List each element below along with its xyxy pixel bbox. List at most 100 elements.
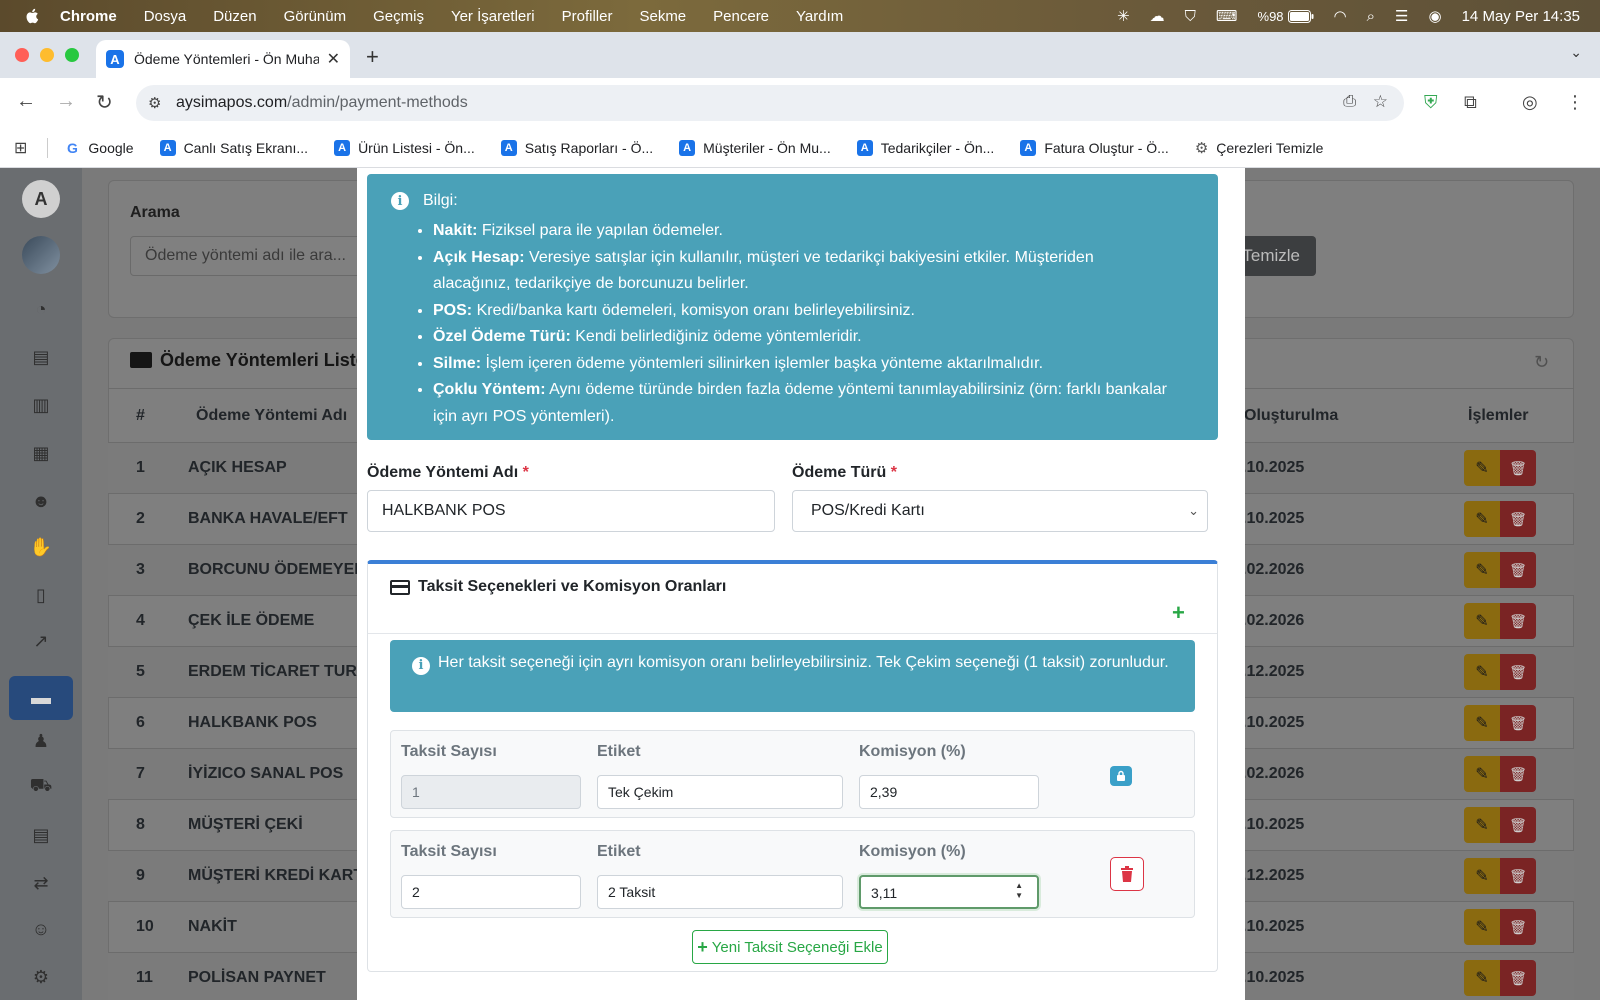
sidebar-item-payment-methods[interactable]: ▬ [9, 676, 73, 720]
menu-item-pencere[interactable]: Pencere [713, 8, 769, 25]
installment-label-input[interactable]: 2 Taksit [597, 875, 843, 909]
menu-item-gecmis[interactable]: Geçmiş [373, 8, 424, 25]
delete-button[interactable]: 🗑 [1500, 654, 1536, 690]
bookmark-google[interactable]: G Google [64, 139, 134, 156]
wifi-icon[interactable]: ◠ [1334, 7, 1347, 25]
installment-commission-input[interactable]: 2,39 [859, 775, 1039, 809]
delete-button[interactable]: 🗑 [1500, 450, 1536, 486]
reload-icon[interactable]: ↻ [96, 90, 113, 115]
handshake-icon[interactable]: ✋ [28, 534, 54, 560]
edit-button[interactable]: ✎ [1464, 858, 1500, 894]
window-minimize-button[interactable] [40, 48, 54, 62]
user-tie-icon[interactable]: ♟ [28, 728, 54, 754]
edit-button[interactable]: ✎ [1464, 654, 1500, 690]
app-logo[interactable]: A [22, 180, 60, 218]
menu-item-duzen[interactable]: Düzen [213, 8, 256, 25]
exchange-arrows-icon[interactable]: ⇄ [28, 870, 54, 896]
menu-item-sekme[interactable]: Sekme [639, 8, 686, 25]
menu-item-yardim[interactable]: Yardım [796, 8, 843, 25]
search-input[interactable]: Ödeme yöntemi adı ile ara... [130, 236, 390, 276]
delete-button[interactable]: 🗑 [1500, 552, 1536, 588]
menu-item-gorunum[interactable]: Görünüm [284, 8, 347, 25]
edit-button[interactable]: ✎ [1464, 909, 1500, 945]
extensions-puzzle-icon[interactable]: ⧉ [1464, 92, 1477, 113]
bookmark-star-icon[interactable]: ☆ [1373, 92, 1388, 112]
install-app-icon[interactable]: ⎙ [1343, 93, 1356, 111]
sparkle-icon[interactable]: ✳ [1117, 7, 1130, 25]
edit-button[interactable]: ✎ [1464, 450, 1500, 486]
document-icon[interactable]: ▯ [28, 582, 54, 608]
truck-icon[interactable]: ⛟ [28, 774, 54, 800]
menu-app-name[interactable]: Chrome [60, 8, 117, 25]
tab-close-icon[interactable]: ✕ [327, 49, 340, 69]
profile-icon[interactable]: ◎ [1522, 92, 1538, 113]
menu-item-profiller[interactable]: Profiller [562, 8, 613, 25]
browser-tab-active[interactable]: A Ödeme Yöntemleri - Ön Muha ✕ [96, 40, 350, 78]
edit-button[interactable]: ✎ [1464, 603, 1500, 639]
edit-button[interactable]: ✎ [1464, 552, 1500, 588]
menu-item-yer-isaretleri[interactable]: Yer İşaretleri [451, 8, 535, 25]
delete-button[interactable]: 🗑 [1500, 909, 1536, 945]
edit-button[interactable]: ✎ [1464, 705, 1500, 741]
delete-button[interactable]: 🗑 [1500, 960, 1536, 996]
boxes-icon[interactable]: ▦ [28, 440, 54, 466]
delete-button[interactable]: 🗑 [1500, 501, 1536, 537]
method-name-input[interactable]: HALKBANK POS [367, 490, 775, 532]
users-icon[interactable]: ☻ [28, 488, 54, 514]
apple-icon[interactable] [24, 7, 42, 25]
bookmark-customers[interactable]: A Müşteriler - Ön Mu... [679, 139, 831, 156]
avatar[interactable] [22, 236, 60, 274]
delete-button[interactable]: 🗑 [1500, 807, 1536, 843]
bookmark-suppliers[interactable]: A Tedarikçiler - Ön... [856, 139, 994, 156]
chart-line-icon[interactable]: ↗ [28, 628, 54, 654]
menu-item-dosya[interactable]: Dosya [144, 8, 187, 25]
window-close-button[interactable] [15, 48, 29, 62]
invoice-icon[interactable]: ▤ [28, 822, 54, 848]
battery-indicator[interactable]: %98 [1258, 9, 1314, 24]
installment-label-input[interactable]: Tek Çekim [597, 775, 843, 809]
spotlight-search-icon[interactable]: ⌕ [1367, 8, 1375, 25]
clipboard-icon[interactable]: ▥ [28, 392, 54, 418]
refresh-icon[interactable]: ↻ [1534, 352, 1549, 373]
expand-plus-icon[interactable]: + [1172, 600, 1185, 626]
delete-installment-button[interactable] [1110, 857, 1144, 891]
back-arrow-icon[interactable]: ← [16, 90, 36, 113]
forward-arrow-icon[interactable]: → [56, 90, 76, 113]
edit-button[interactable]: ✎ [1464, 807, 1500, 843]
edit-button[interactable]: ✎ [1464, 501, 1500, 537]
chrome-menu-icon[interactable]: ⋮ [1566, 92, 1584, 113]
settings-gear-icon[interactable]: ⚙ [28, 964, 54, 990]
menubar-clock[interactable]: 14 May Per 14:35 [1462, 8, 1580, 25]
edit-button[interactable]: ✎ [1464, 960, 1500, 996]
bookmark-product-list[interactable]: A Ürün Listesi - Ön... [334, 139, 475, 156]
bookmark-create-invoice[interactable]: A Fatura Oluştur - Ö... [1020, 139, 1169, 156]
bookmark-clear-cookies[interactable]: ⚙ Çerezleri Temizle [1195, 139, 1324, 157]
edit-button[interactable]: ✎ [1464, 756, 1500, 792]
vpn-icon[interactable]: ⛉ [1185, 8, 1196, 25]
cloud-icon[interactable]: ☁ [1150, 7, 1165, 25]
number-spinner-icon[interactable]: ▲ ▼ [1015, 881, 1023, 901]
delete-button[interactable]: 🗑 [1500, 858, 1536, 894]
installment-count-input[interactable]: 2 [401, 875, 581, 909]
new-tab-button[interactable]: + [366, 44, 379, 70]
add-installment-button[interactable]: + Yeni Taksit Seçeneği Ekle [692, 930, 888, 964]
window-zoom-button[interactable] [65, 48, 79, 62]
siri-icon[interactable]: ◉ [1429, 7, 1442, 25]
address-bar[interactable]: ⚙ aysimapos.com/admin/payment-methods ⎙ … [136, 85, 1404, 121]
installment-commission-input-focused[interactable]: 3,11 ▲ ▼ [859, 875, 1039, 909]
delete-button[interactable]: 🗑 [1500, 756, 1536, 792]
keyboard-icon[interactable]: ⌨ [1216, 7, 1238, 25]
apps-grid-icon[interactable]: ⊞ [14, 138, 27, 158]
delete-button[interactable]: 🗑 [1500, 603, 1536, 639]
bookmark-sales-reports[interactable]: A Satış Raporları - Ö... [500, 139, 653, 156]
tab-search-chevron-icon[interactable]: ⌄ [1570, 44, 1582, 61]
payment-type-select[interactable]: POS/Kredi Kartı ⌄ [792, 490, 1208, 532]
site-settings-icon[interactable]: ⚙ [148, 94, 161, 112]
user-icon[interactable]: ☺ [28, 916, 54, 942]
shield-extension-icon[interactable]: ⛨ [1424, 92, 1438, 113]
control-center-icon[interactable]: ☰ [1395, 7, 1408, 25]
bookmark-live-sales[interactable]: A Canlı Satış Ekranı... [159, 139, 308, 156]
cash-register-icon[interactable]: ▤ [28, 344, 54, 370]
delete-button[interactable]: 🗑 [1500, 705, 1536, 741]
dashboard-gauge-icon[interactable]: ◔ [28, 296, 54, 322]
